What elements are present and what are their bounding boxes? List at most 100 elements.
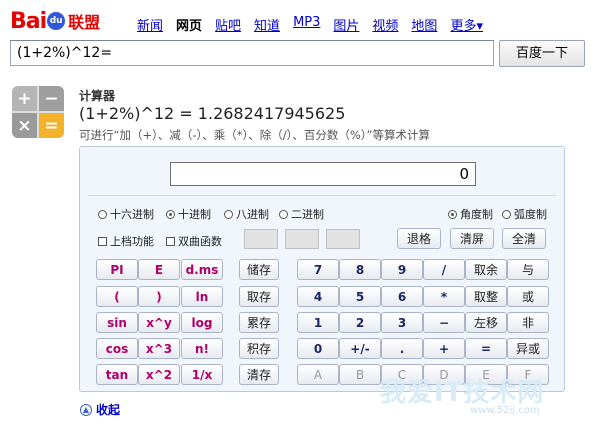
function-button[interactable]: ln	[181, 286, 223, 307]
number-button[interactable]: 2	[339, 312, 381, 333]
function-button[interactable]: E	[138, 259, 180, 280]
nav-item[interactable]: 更多▾	[450, 15, 483, 34]
memory-indicator	[326, 229, 360, 249]
base-radio[interactable]: 八进制	[224, 206, 269, 222]
nav-item[interactable]: 视频	[372, 15, 398, 34]
angle-radio-label: 弧度制	[514, 208, 547, 221]
nav-item[interactable]: 网页	[176, 15, 202, 34]
base-radio[interactable]: 二进制	[279, 206, 324, 222]
collapse-label: 收起	[96, 403, 121, 417]
nav-item[interactable]: 新闻	[137, 15, 163, 34]
minus-icon: −	[39, 86, 64, 111]
operation-button[interactable]: 或	[507, 286, 549, 307]
function-button[interactable]: log	[181, 312, 223, 333]
memory-button[interactable]: 积存	[239, 338, 279, 359]
logo-text: Bai	[10, 8, 47, 34]
clear-button[interactable]: 全清	[502, 228, 546, 249]
function-button[interactable]: x^3	[138, 338, 180, 359]
number-button[interactable]: +/-	[339, 338, 381, 359]
radio-dot-icon	[166, 209, 175, 219]
collapse-arrow-icon: ▲	[80, 403, 92, 416]
function-button[interactable]: PI	[96, 259, 138, 280]
paw-icon: du	[47, 12, 66, 30]
function-button[interactable]: x^2	[138, 364, 180, 385]
divider	[88, 195, 556, 196]
top-nav: 新闻 网页 贴吧 知道 MP3 图片 视频 地图 更多▾	[137, 15, 496, 34]
operation-button[interactable]: 异或	[507, 338, 549, 359]
nav-item[interactable]: 贴吧	[215, 15, 241, 34]
nav-item[interactable]: MP3	[293, 15, 320, 34]
function-button[interactable]: )	[138, 286, 180, 307]
function-button[interactable]: tan	[96, 364, 138, 385]
clear-button[interactable]: 退格	[397, 228, 441, 249]
number-button[interactable]: 3	[381, 312, 423, 333]
operation-button[interactable]: 取余	[465, 259, 507, 280]
checkbox-icon	[166, 236, 175, 246]
watermark-text: 我爱IT技术网	[380, 378, 545, 408]
number-button[interactable]: 6	[381, 286, 423, 307]
checkbox-icon	[98, 236, 107, 246]
number-button[interactable]: −	[423, 312, 465, 333]
radio-dot-icon	[98, 209, 107, 219]
function-button[interactable]: 1/x	[181, 364, 223, 385]
base-radio-label: 八进制	[236, 208, 269, 221]
calculator-hint: 可进行“加（+）、减（-）、乘（*）、除（/）、百分数（%）”等算术计算	[79, 128, 430, 142]
number-button[interactable]: 5	[339, 286, 381, 307]
number-button[interactable]: 0	[297, 338, 339, 359]
memory-button[interactable]: 储存	[239, 259, 279, 280]
memory-button[interactable]: 累存	[239, 312, 279, 333]
number-button[interactable]: 4	[297, 286, 339, 307]
angle-radio-label: 角度制	[460, 208, 493, 221]
base-radio-label: 二进制	[291, 208, 324, 221]
operation-button[interactable]: 与	[507, 259, 549, 280]
nav-item[interactable]: 图片	[333, 15, 359, 34]
baidu-logo[interactable]: Bai du 联盟	[10, 8, 100, 34]
base-radio[interactable]: 十六进制	[98, 206, 154, 222]
option-checkbox[interactable]: 双曲函数	[166, 233, 222, 249]
search-input[interactable]	[10, 40, 494, 66]
number-button[interactable]: +	[423, 338, 465, 359]
memory-button[interactable]: 取存	[239, 286, 279, 307]
memory-indicator	[285, 229, 319, 249]
number-button[interactable]: 1	[297, 312, 339, 333]
base-radio-label: 十进制	[178, 208, 211, 221]
function-button[interactable]: n!	[181, 338, 223, 359]
collapse-link[interactable]: ▲ 收起	[80, 401, 120, 418]
number-button[interactable]: 9	[381, 259, 423, 280]
checkbox-label: 上档功能	[110, 235, 154, 248]
radio-dot-icon	[448, 209, 457, 219]
base-radio[interactable]: 十进制	[166, 206, 211, 222]
number-button[interactable]: .	[381, 338, 423, 359]
number-button[interactable]: /	[423, 259, 465, 280]
logo-suffix: 联盟	[68, 13, 101, 32]
calculator-panel: 0 十六进制 十进制 八进制 二进制 角度制 弧度制上档功能 双曲函数 退格 清屏 全清 PI Ed.…	[79, 146, 565, 392]
operation-button[interactable]: 左移	[465, 312, 507, 333]
times-icon: ×	[12, 113, 37, 138]
angle-radio[interactable]: 角度制	[448, 206, 493, 222]
calculator-title: 计算器	[79, 89, 116, 103]
equals-button[interactable]: =	[465, 338, 507, 359]
operation-button[interactable]: 取整	[465, 286, 507, 307]
radio-dot-icon	[224, 209, 233, 219]
function-button[interactable]: cos	[96, 338, 138, 359]
angle-radio[interactable]: 弧度制	[502, 206, 547, 222]
clear-button[interactable]: 清屏	[450, 228, 494, 249]
function-button[interactable]: d.ms	[181, 259, 223, 280]
number-button[interactable]: *	[423, 286, 465, 307]
number-button[interactable]: 8	[339, 259, 381, 280]
search-button[interactable]: 百度一下	[499, 40, 585, 67]
number-button[interactable]: 7	[297, 259, 339, 280]
calculator-icon: + − × =	[12, 86, 64, 138]
hex-digit-button[interactable]: A	[297, 364, 339, 385]
nav-item[interactable]: 地图	[411, 15, 437, 34]
hex-digit-button[interactable]: B	[339, 364, 381, 385]
nav-item[interactable]: 知道	[254, 15, 280, 34]
watermark-url: www.52ij.com	[470, 405, 540, 416]
function-button[interactable]: x^y	[138, 312, 180, 333]
function-button[interactable]: (	[96, 286, 138, 307]
operation-button[interactable]: 非	[507, 312, 549, 333]
radio-dot-icon	[279, 209, 288, 219]
memory-button[interactable]: 清存	[239, 364, 279, 385]
option-checkbox[interactable]: 上档功能	[98, 233, 154, 249]
function-button[interactable]: sin	[96, 312, 138, 333]
